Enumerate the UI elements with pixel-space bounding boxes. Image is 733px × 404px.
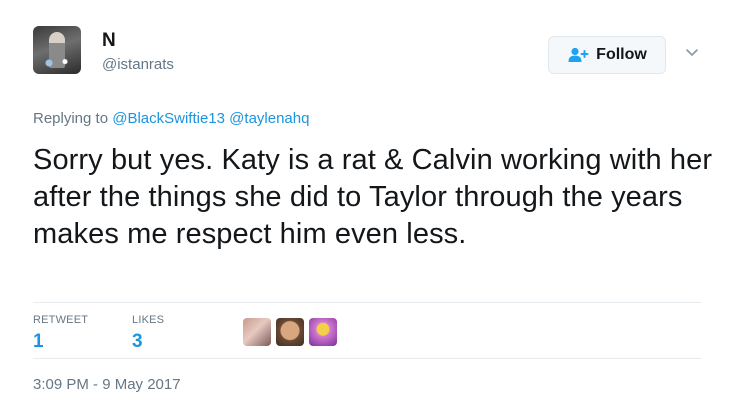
tweet-card: N @istanrats Follow Replying to @BlackSw… [0, 0, 733, 404]
user-avatar[interactable] [33, 26, 81, 74]
mention-link[interactable]: @taylenahq [229, 110, 309, 127]
retweet-stat[interactable]: RETWEET 1 [33, 314, 88, 353]
user-screen-name[interactable]: @istanrats [102, 56, 174, 73]
liker-avatar[interactable] [276, 318, 304, 346]
mention-link[interactable]: @BlackSwiftie13 [112, 110, 225, 127]
chevron-down-icon[interactable] [683, 43, 701, 61]
add-person-icon [568, 47, 589, 62]
likes-stat[interactable]: LIKES 3 [132, 314, 164, 353]
reply-prefix: Replying to [33, 110, 109, 127]
user-display-name[interactable]: N [102, 30, 116, 52]
reply-context: Replying to @BlackSwiftie13 @taylenahq [33, 110, 309, 127]
liker-avatar[interactable] [243, 318, 271, 346]
tweet-text: Sorry but yes. Katy is a rat & Calvin wo… [33, 144, 713, 250]
divider [33, 302, 701, 303]
liker-avatar[interactable] [309, 318, 337, 346]
follow-button[interactable]: Follow [548, 36, 666, 74]
retweet-label: RETWEET [33, 314, 89, 326]
retweet-count: 1 [33, 331, 44, 352]
avatar-decoration [37, 56, 77, 70]
divider [33, 358, 701, 359]
likes-label: LIKES [132, 314, 165, 326]
tweet-timestamp[interactable]: 3:09 PM - 9 May 2017 [33, 376, 181, 393]
likes-count: 3 [132, 331, 143, 352]
liker-avatars [243, 318, 337, 346]
follow-button-label: Follow [596, 46, 647, 63]
